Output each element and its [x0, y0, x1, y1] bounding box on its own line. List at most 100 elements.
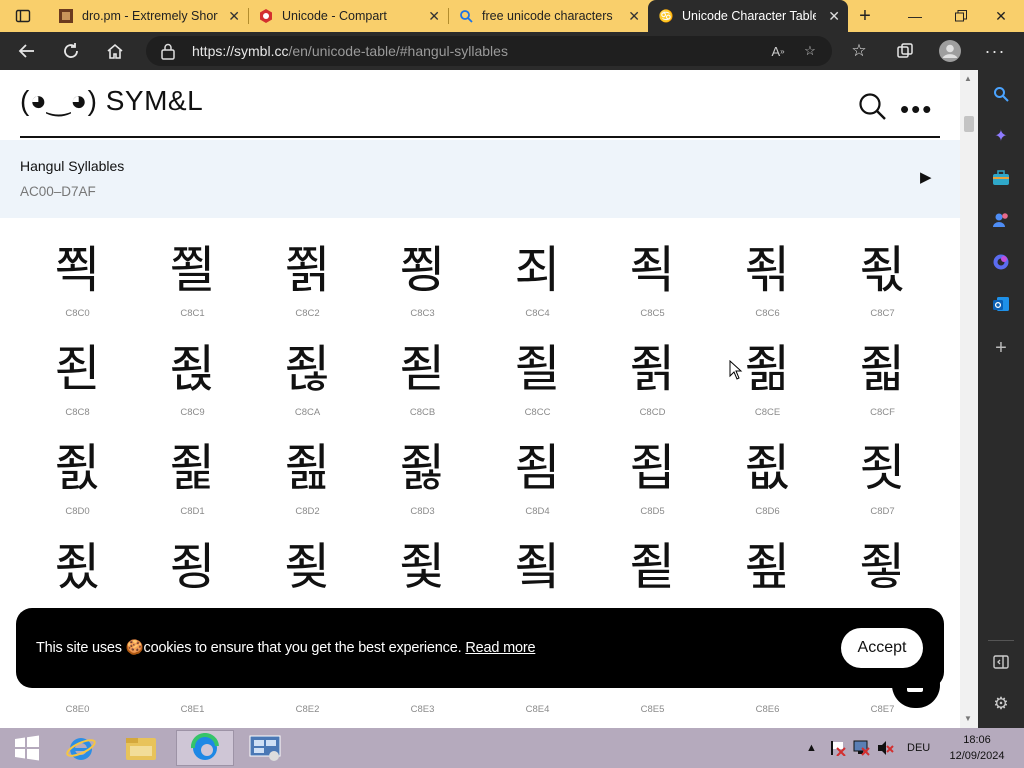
sidebar-hide-button[interactable]	[989, 650, 1013, 674]
new-tab-button[interactable]: +	[852, 0, 878, 32]
char-cell[interactable]: 죋 C8CB	[365, 339, 480, 438]
tray-network-icon[interactable]	[852, 728, 870, 768]
taskbar-app-button[interactable]	[238, 730, 292, 766]
char-cell[interactable]: 죅 C8C5	[595, 240, 710, 339]
char-code: C8CA	[294, 407, 321, 418]
char-cell[interactable]: 죖 C8D6	[710, 438, 825, 537]
taskbar-explorer-button[interactable]	[114, 730, 168, 766]
sidebar-add-button[interactable]: +	[989, 336, 1013, 360]
control-panel-icon	[249, 735, 281, 761]
char-cell[interactable]: 죗 C8D7	[825, 438, 940, 537]
read-aloud-icon[interactable]: A»	[768, 41, 788, 61]
tray-flag-icon[interactable]	[828, 728, 846, 768]
scroll-down-icon[interactable]: ▼	[964, 714, 972, 723]
back-button[interactable]	[12, 36, 42, 66]
plus-icon: +	[995, 336, 1007, 359]
site-logo[interactable]: (◕‿◕) SYM&L	[20, 84, 203, 117]
refresh-button[interactable]	[56, 36, 86, 66]
address-bar[interactable]: https://symbl.cc/en/unicode-table/#hangu…	[146, 36, 832, 66]
start-button[interactable]	[0, 730, 54, 766]
char-cell[interactable]: 쬘 C8C1	[135, 240, 250, 339]
char-cell[interactable]: 쬥 C8C3	[365, 240, 480, 339]
outlook-icon	[993, 297, 1009, 311]
char-cell[interactable]: 죕 C8D5	[595, 438, 710, 537]
char-cell[interactable]: 죐 C8D0	[20, 438, 135, 537]
char-cell[interactable]: 죊 C8CA	[250, 339, 365, 438]
char-glyph: 죚	[284, 538, 331, 596]
tab-compart[interactable]: Unicode - Compart ✕	[258, 0, 448, 32]
close-tab-icon[interactable]: ✕	[628, 8, 640, 25]
settings-menu-button[interactable]: ···	[980, 36, 1010, 66]
header-divider	[20, 136, 940, 138]
tab-title: dro.pm - Extremely Short	[82, 9, 218, 23]
tray-volume-icon[interactable]	[876, 728, 894, 768]
char-cell[interactable]: 쬙 C8C2	[250, 240, 365, 339]
char-cell[interactable]: 죄 C8C4	[480, 240, 595, 339]
cookie-text: This site uses 🍪cookies to ensure that y…	[36, 640, 462, 656]
home-button[interactable]	[100, 36, 130, 66]
clock-time: 18:06	[963, 734, 991, 746]
profile-button[interactable]	[935, 36, 965, 66]
tab-dropm[interactable]: dro.pm - Extremely Short ✕	[58, 0, 248, 32]
sidebar-people-button[interactable]	[989, 208, 1013, 232]
char-cell[interactable]: 죎 C8CE	[710, 339, 825, 438]
char-cell[interactable]: 죏 C8CF	[825, 339, 940, 438]
char-cell[interactable]: 죔 C8D4	[480, 438, 595, 537]
sidebar-copilot-button[interactable]: ✦	[989, 124, 1013, 148]
sidebar-outlook-button[interactable]	[989, 292, 1013, 316]
char-cell[interactable]: 죌 C8CC	[480, 339, 595, 438]
expand-triangle-icon[interactable]: ▶	[920, 168, 932, 186]
char-glyph: 죌	[514, 340, 561, 398]
close-tab-icon[interactable]: ✕	[228, 8, 240, 25]
close-tab-icon[interactable]: ✕	[428, 8, 440, 25]
favorites-button[interactable]: ☆	[844, 36, 874, 66]
char-cell[interactable]: 죆 C8C6	[710, 240, 825, 339]
block-name: Hangul Syllables	[20, 158, 125, 174]
accept-button[interactable]: Accept	[841, 628, 923, 668]
char-cell[interactable]: 죑 C8D1	[135, 438, 250, 537]
sidebar-tools-button[interactable]	[989, 166, 1013, 190]
tray-overflow-icon[interactable]: ▲	[806, 728, 817, 768]
char-cell[interactable]: 죍 C8CD	[595, 339, 710, 438]
char-glyph: 죜	[514, 538, 561, 596]
collections-button[interactable]	[890, 36, 920, 66]
char-cell[interactable]: 죒 C8D2	[250, 438, 365, 537]
char-cell[interactable]: 죉 C8C9	[135, 339, 250, 438]
taskbar-ie-button[interactable]	[54, 730, 108, 766]
char-code: C8CE	[754, 407, 781, 418]
sidebar-m365-button[interactable]	[989, 250, 1013, 274]
char-cell[interactable]: 죈 C8C8	[20, 339, 135, 438]
char-glyph: 죟	[859, 538, 906, 596]
block-header[interactable]: Hangul Syllables AC00–D7AF ▶	[0, 140, 960, 218]
search-icon[interactable]	[858, 92, 888, 122]
search-icon	[994, 87, 1009, 102]
taskbar-edge-button[interactable]	[176, 730, 234, 766]
minimize-button[interactable]: —	[892, 0, 938, 32]
char-cell[interactable]: 쬑 C8C0	[20, 240, 135, 339]
char-glyph: 죔	[514, 439, 561, 497]
sidebar-settings-button[interactable]: ⚙	[989, 692, 1013, 716]
char-code: C8D5	[640, 506, 665, 517]
gear-icon: ⚙	[993, 694, 1009, 713]
char-cell[interactable]: 죇 C8C7	[825, 240, 940, 339]
tab-search[interactable]: free unicode characters - ✕	[458, 0, 648, 32]
taskbar-clock[interactable]: 18:06 12/09/2024	[944, 732, 1010, 764]
close-tab-icon[interactable]: ✕	[828, 8, 840, 25]
char-code: C8C9	[180, 407, 205, 418]
scroll-thumb[interactable]	[964, 116, 974, 132]
tab-actions-button[interactable]	[0, 0, 46, 32]
close-window-button[interactable]: ✕	[978, 0, 1024, 32]
favorite-add-icon[interactable]: ☆	[800, 41, 820, 61]
char-cell[interactable]: 죓 C8D3	[365, 438, 480, 537]
minimize-icon: —	[908, 8, 922, 24]
scroll-up-icon[interactable]: ▲	[964, 74, 972, 83]
web-page: (◕‿◕) SYM&L ••• Hangul Syllables AC00–D7…	[0, 70, 960, 728]
char-code: C8D3	[410, 506, 435, 517]
sidebar-search-button[interactable]	[989, 82, 1013, 106]
char-glyph: 죊	[284, 340, 331, 398]
language-indicator[interactable]: DEU	[907, 728, 930, 768]
read-more-link[interactable]: Read more	[465, 640, 535, 656]
page-scrollbar[interactable]: ▲ ▼	[960, 70, 978, 728]
menu-more-icon[interactable]: •••	[900, 94, 933, 125]
tab-symbl-active[interactable]: ♋ Unicode Character Table ✕	[648, 0, 848, 32]
